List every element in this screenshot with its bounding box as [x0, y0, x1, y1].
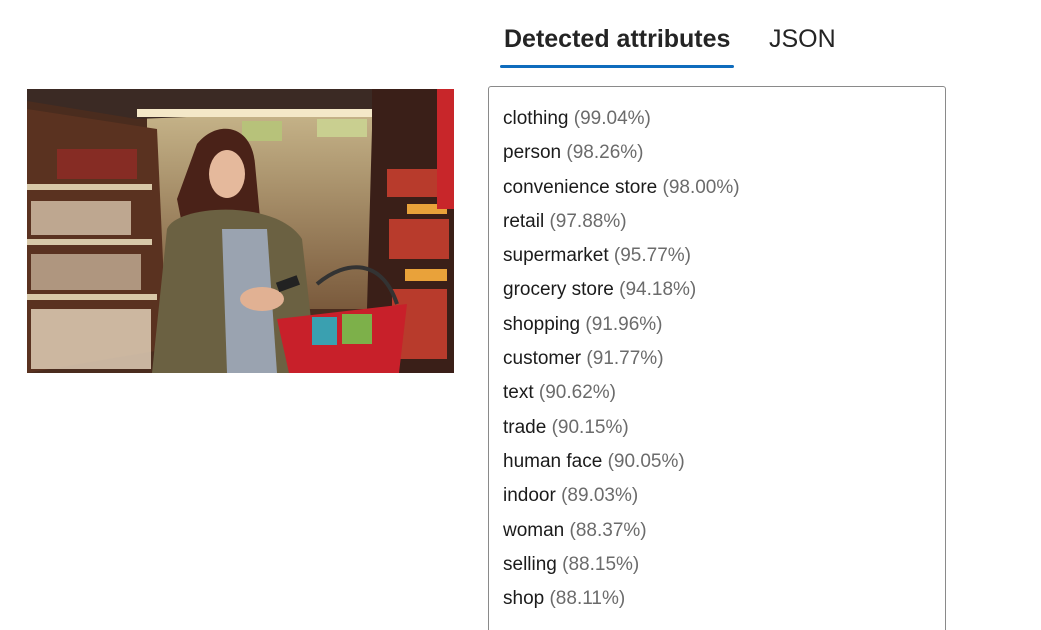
attribute-confidence: (98.00%) [662, 176, 740, 198]
list-item: selling (88.15%) [503, 548, 945, 582]
list-item: clothing (99.04%) [503, 102, 945, 136]
attribute-name: shop [503, 588, 545, 610]
attribute-list: clothing (99.04%) person (98.26%) convenie… [489, 87, 945, 616]
list-item: person (98.26%) [503, 136, 945, 170]
attribute-confidence: (97.88%) [549, 210, 627, 232]
list-item: woman (88.37%) [503, 514, 945, 548]
list-item: shopping (91.96%) [503, 308, 945, 342]
list-item: text (90.62%) [503, 376, 945, 410]
attribute-name: human face [503, 450, 603, 472]
page: Detected attributes JSON clothing (99.04… [0, 0, 1041, 630]
attribute-confidence: (91.77%) [586, 348, 664, 370]
attribute-confidence: (88.37%) [569, 519, 647, 541]
list-item: retail (97.88%) [503, 205, 945, 239]
detected-attributes-panel[interactable]: clothing (99.04%) person (98.26%) convenie… [488, 86, 946, 630]
selected-tab-indicator [500, 65, 734, 68]
list-item: customer (91.77%) [503, 342, 945, 376]
list-item: grocery store (94.18%) [503, 273, 945, 307]
list-item: shop (88.11%) [503, 582, 945, 616]
attribute-name: clothing [503, 108, 569, 129]
attribute-confidence: (99.04%) [573, 108, 651, 129]
analyzed-photo [27, 89, 454, 373]
tab-detected-attributes[interactable]: Detected attributes [504, 22, 730, 56]
attribute-name: woman [503, 519, 565, 541]
attribute-confidence: (94.18%) [619, 279, 697, 301]
attribute-confidence: (88.11%) [549, 588, 626, 610]
attribute-name: supermarket [503, 245, 609, 267]
attribute-confidence: (95.77%) [613, 245, 691, 267]
list-item: supermarket (95.77%) [503, 239, 945, 273]
attribute-name: indoor [503, 485, 556, 507]
attribute-name: text [503, 382, 534, 404]
attribute-name: selling [503, 553, 557, 575]
attribute-name: retail [503, 210, 545, 232]
attribute-confidence: (98.26%) [566, 142, 644, 164]
attribute-name: convenience store [503, 176, 658, 198]
attribute-confidence: (89.03%) [561, 485, 639, 507]
attribute-confidence: (88.15%) [562, 553, 640, 575]
attribute-confidence: (90.62%) [538, 382, 617, 404]
attribute-name: person [503, 142, 562, 164]
list-item: human face (90.05%) [503, 445, 945, 479]
attribute-name: customer [503, 348, 582, 370]
attribute-name: shopping [503, 313, 581, 335]
attribute-confidence: (90.15%) [551, 416, 629, 438]
attribute-name: grocery store [503, 279, 614, 301]
attribute-name: trade [503, 416, 547, 438]
attribute-confidence: (91.96%) [585, 313, 663, 335]
list-item: convenience store (98.00%) [503, 171, 945, 205]
list-item: trade (90.15%) [503, 411, 945, 445]
attribute-confidence: (90.05%) [607, 450, 685, 472]
tab-json[interactable]: JSON [769, 22, 836, 56]
list-item: indoor (89.03%) [503, 479, 945, 513]
